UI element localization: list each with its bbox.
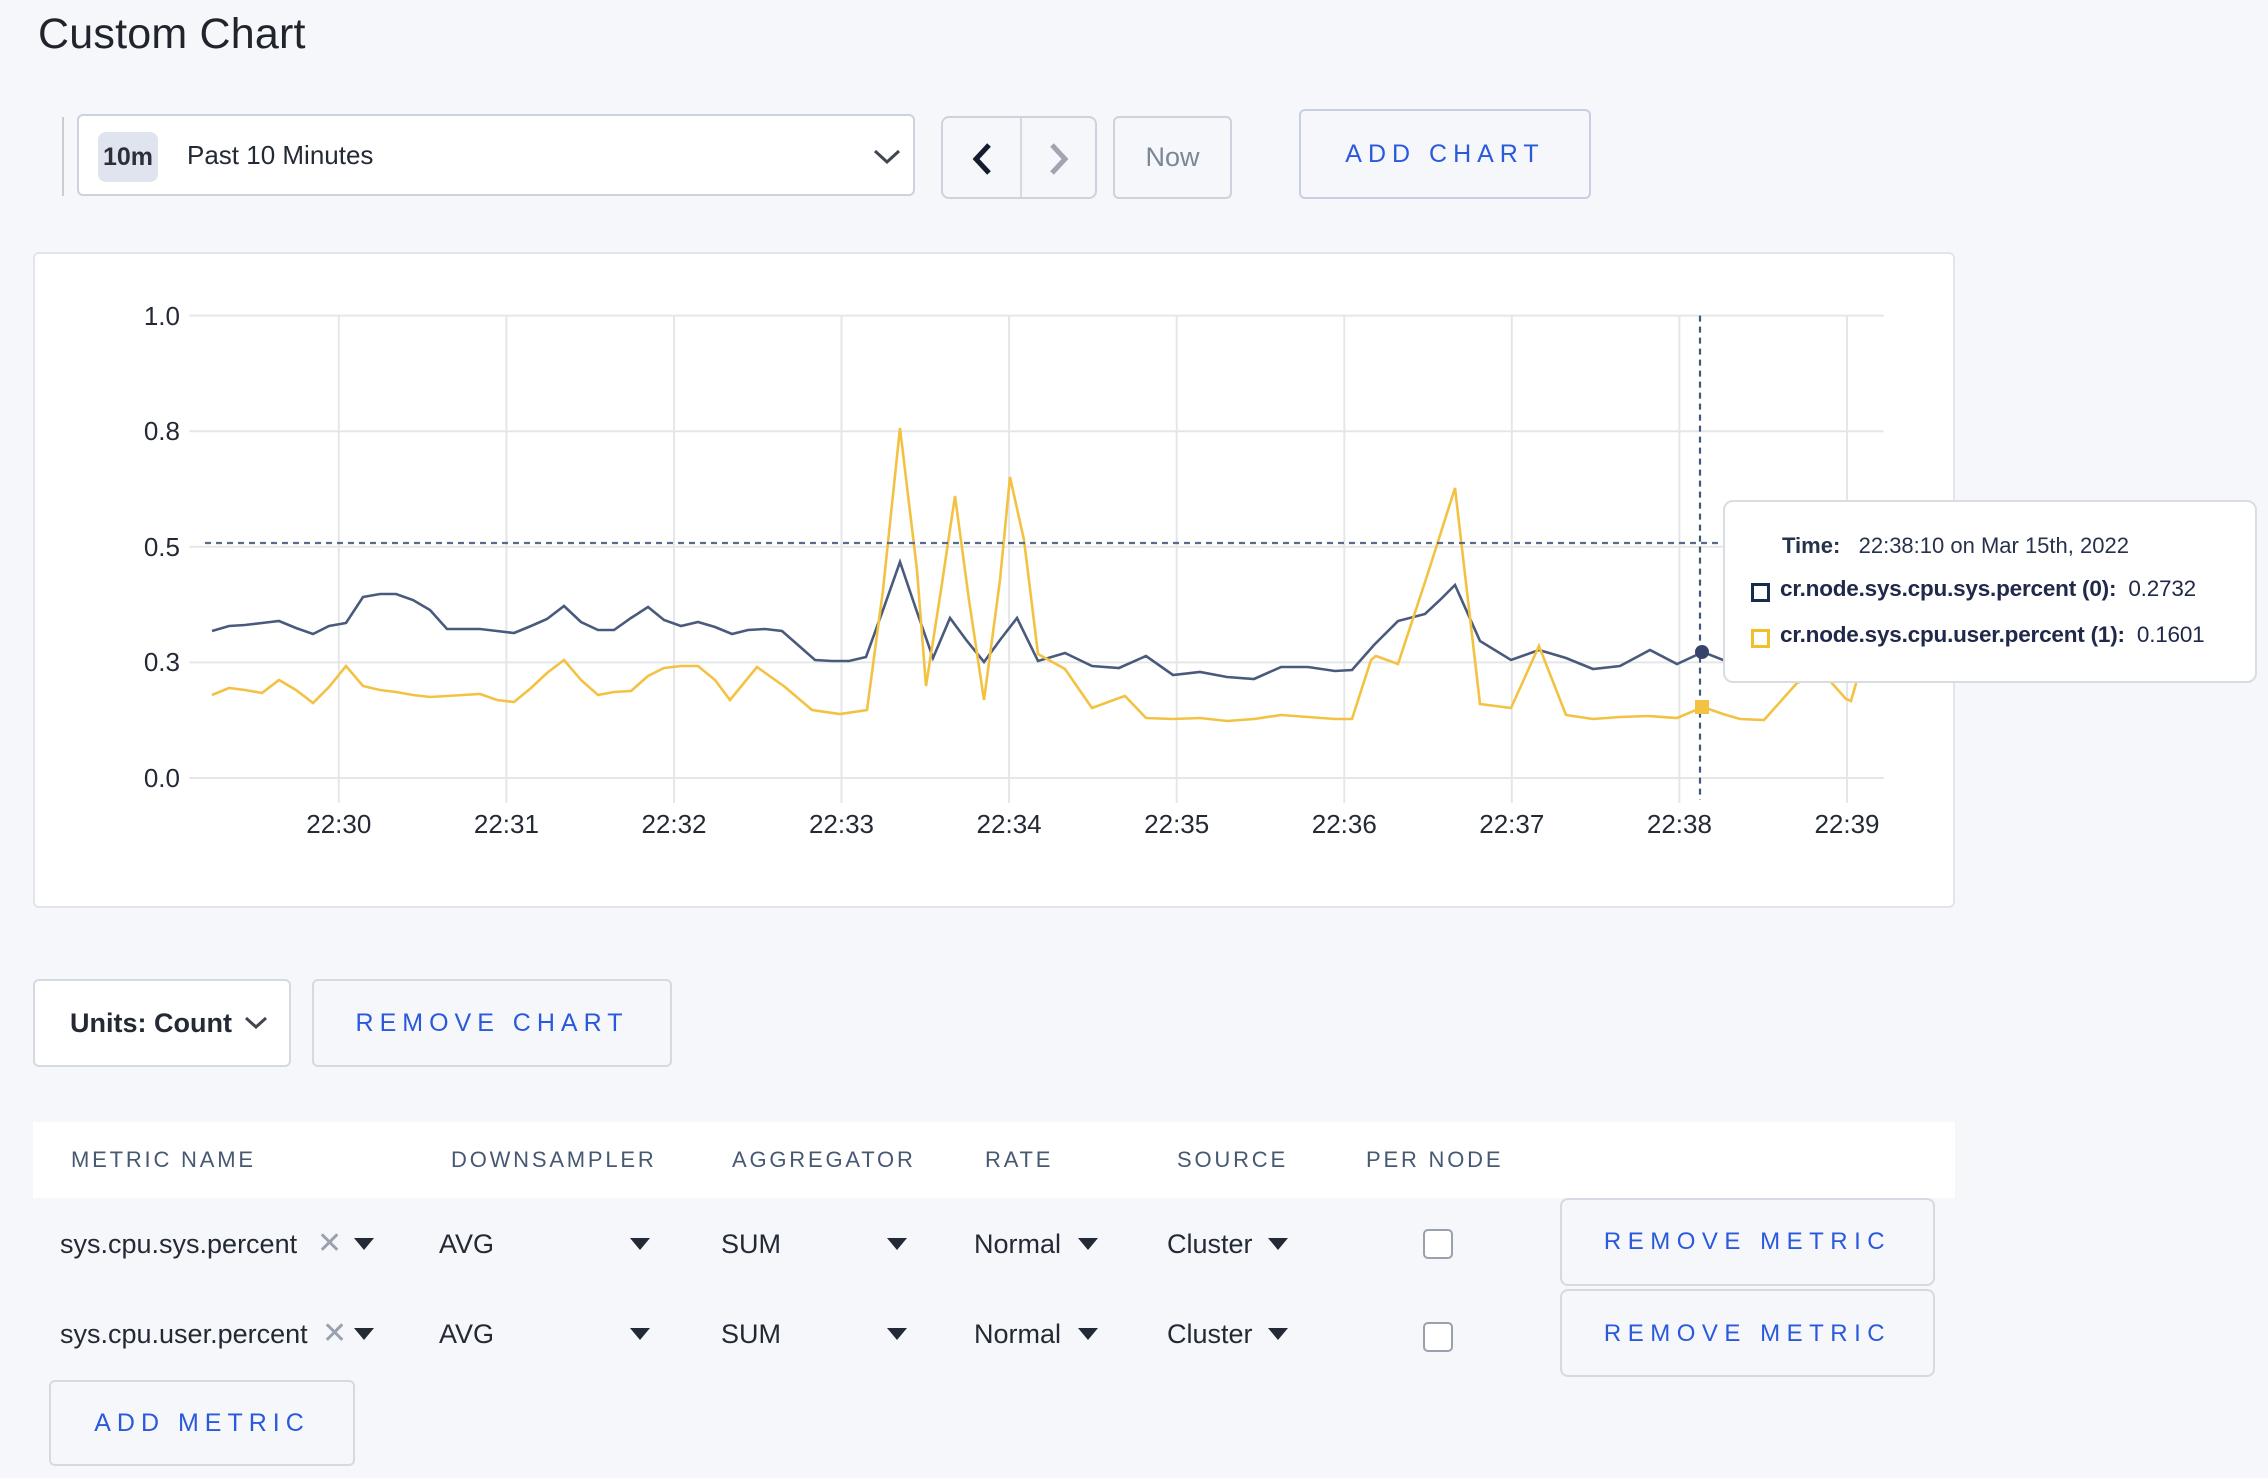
svg-text:22:30: 22:30 (306, 809, 371, 839)
svg-text:0.0: 0.0 (144, 763, 180, 793)
svg-text:22:32: 22:32 (641, 809, 706, 839)
svg-text:22:34: 22:34 (977, 809, 1042, 839)
svg-text:22:38: 22:38 (1647, 809, 1712, 839)
svg-text:22:31: 22:31 (474, 809, 539, 839)
svg-text:0.8: 0.8 (144, 416, 180, 446)
svg-text:22:35: 22:35 (1144, 809, 1209, 839)
svg-text:22:39: 22:39 (1814, 809, 1879, 839)
svg-text:0.5: 0.5 (144, 532, 180, 562)
svg-text:22:36: 22:36 (1312, 809, 1377, 839)
svg-text:1.0: 1.0 (144, 301, 180, 331)
svg-text:0.3: 0.3 (144, 647, 180, 677)
svg-text:22:37: 22:37 (1479, 809, 1544, 839)
svg-text:22:33: 22:33 (809, 809, 874, 839)
